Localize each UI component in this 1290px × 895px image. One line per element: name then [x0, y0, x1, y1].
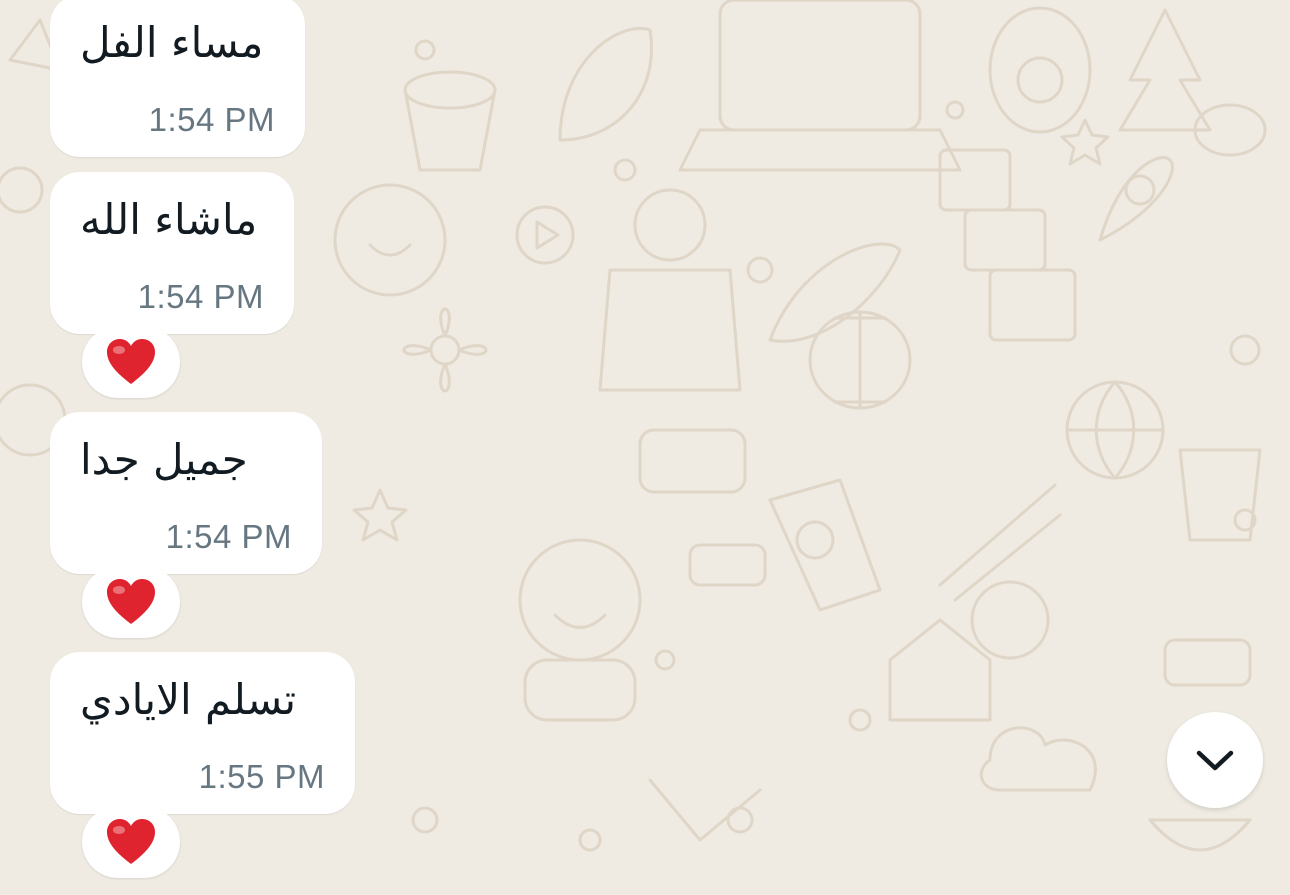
- message-text: ماشاء الله: [80, 195, 258, 244]
- message-timestamp: 1:54 PM: [165, 518, 292, 555]
- red-heart-icon: [107, 579, 155, 624]
- message-text: تسلم الايادي: [80, 675, 297, 724]
- message-timestamp: 1:54 PM: [137, 278, 264, 315]
- scroll-to-bottom-button[interactable]: [1167, 712, 1263, 808]
- incoming-message-bubble[interactable]: تسلم الايادي 1:55 PM: [50, 652, 355, 814]
- message-timestamp: 1:54 PM: [148, 101, 275, 138]
- red-heart-icon: [107, 819, 155, 864]
- message-reaction[interactable]: [82, 806, 180, 878]
- incoming-message-bubble[interactable]: ماشاء الله 1:54 PM: [50, 172, 294, 334]
- chat-message-list[interactable]: مساء الفل 1:54 PM ماشاء الله 1:54 PM جمي…: [0, 0, 1290, 895]
- message-reaction[interactable]: [82, 566, 180, 638]
- red-heart-icon: [107, 339, 155, 384]
- message-text: جميل جدا: [80, 435, 248, 484]
- chevron-down-icon: [1196, 750, 1234, 771]
- incoming-message-bubble[interactable]: جميل جدا 1:54 PM: [50, 412, 322, 574]
- message-timestamp: 1:55 PM: [198, 758, 325, 795]
- message-reaction[interactable]: [82, 326, 180, 398]
- incoming-message-bubble[interactable]: مساء الفل 1:54 PM: [50, 0, 305, 157]
- message-text: مساء الفل: [80, 18, 264, 67]
